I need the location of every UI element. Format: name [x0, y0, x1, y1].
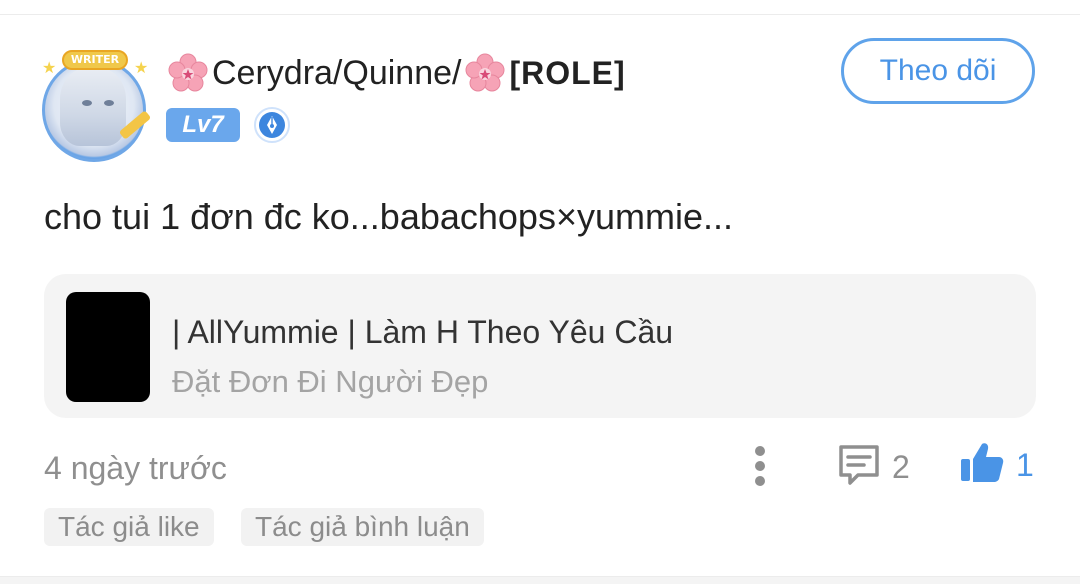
- cherry-blossom-icon: [168, 53, 208, 93]
- level-badge: Lv7: [166, 108, 240, 142]
- comment-button[interactable]: 2: [836, 444, 916, 490]
- author-like-tag: Tác giả like: [44, 508, 214, 546]
- avatar-image: [60, 68, 126, 146]
- star-icon: ★: [134, 60, 149, 77]
- avatar-eye-right: [104, 100, 114, 106]
- like-button[interactable]: 1: [958, 440, 1038, 490]
- author-role: [ROLE]: [509, 54, 626, 91]
- story-card[interactable]: | AllYummie | Làm H Theo Yêu Cầu Đặt Đơn…: [44, 274, 1036, 418]
- dot: [755, 461, 765, 471]
- follow-button[interactable]: Theo dõi: [841, 38, 1035, 104]
- star-icon: ★: [42, 60, 57, 77]
- story-subtitle: Đặt Đơn Đi Người Đẹp: [172, 364, 489, 399]
- story-cover: [66, 292, 150, 402]
- dot: [755, 476, 765, 486]
- thumbs-up-icon: [958, 439, 1006, 492]
- post-text: cho tui 1 đơn đc ko...babachops×yummie..…: [44, 196, 733, 237]
- avatar-eye-left: [82, 100, 92, 106]
- comment-icon: [836, 442, 882, 493]
- top-divider: [0, 14, 1080, 15]
- post-timestamp: 4 ngày trước: [44, 450, 227, 486]
- bottom-divider: [0, 576, 1080, 584]
- author-name-text: Cerydra/Quinne/: [212, 53, 462, 92]
- story-title: | AllYummie | Làm H Theo Yêu Cầu: [172, 314, 674, 350]
- more-options-icon[interactable]: [744, 444, 776, 488]
- avatar[interactable]: ★ ★ WRITER: [34, 50, 158, 166]
- comment-count: 2: [892, 448, 910, 485]
- cherry-blossom-icon: [465, 53, 505, 93]
- writer-pen-icon: [254, 107, 290, 143]
- dot: [755, 446, 765, 456]
- writer-badge: WRITER: [62, 50, 128, 70]
- like-count: 1: [1016, 446, 1034, 483]
- author-name[interactable]: Cerydra/Quinne/ [ROLE]: [168, 50, 626, 96]
- author-comment-tag: Tác giả bình luận: [241, 508, 484, 546]
